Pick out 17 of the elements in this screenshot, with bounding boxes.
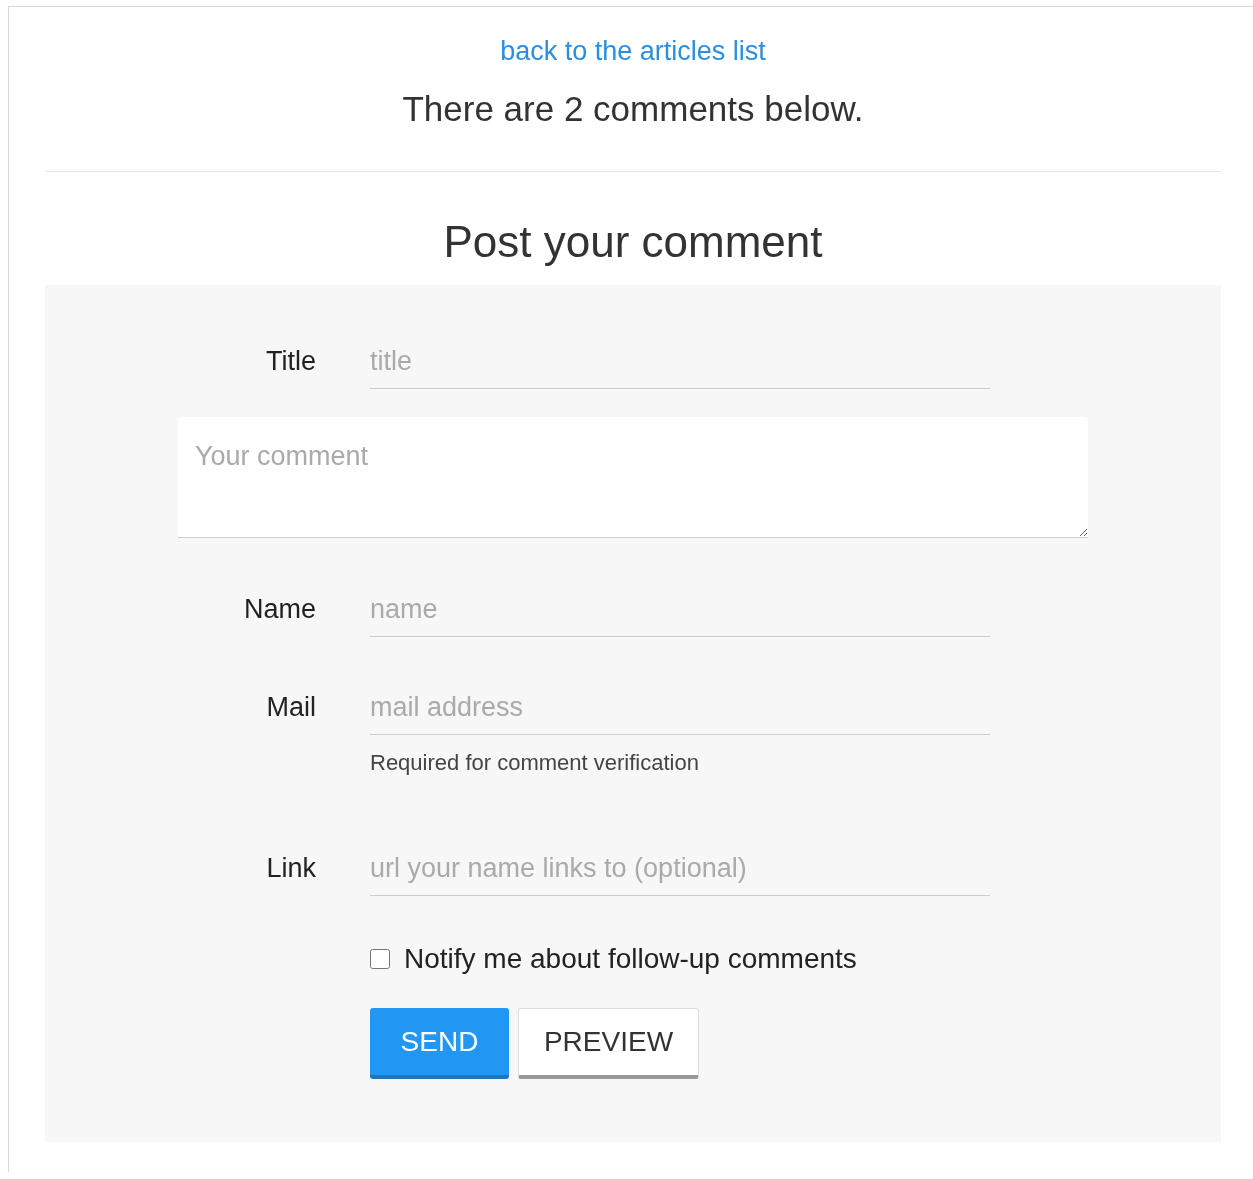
input-field[interactable]: url your name links to (optional) (370, 842, 990, 896)
help-text: Required for comment verification (370, 749, 700, 777)
comment-field[interactable]: Your comment (178, 417, 1088, 538)
back-link[interactable]: back to the articles list (500, 36, 766, 66)
comment-count: There are 2 comments below. (401, 88, 865, 130)
notify-checkbox[interactable] (370, 949, 390, 969)
form-heading: Post your comment (442, 216, 824, 268)
send-button[interactable]: SEND (370, 1008, 509, 1079)
field-label: Mail (266, 691, 316, 724)
field-label: Name (243, 593, 316, 626)
preview-button[interactable]: PREVIEW (518, 1008, 699, 1079)
field-label: Link (266, 852, 316, 885)
input-field[interactable]: name (370, 583, 990, 637)
input-field[interactable]: title (370, 335, 990, 389)
input-field[interactable]: mail address (370, 681, 990, 735)
field-label: Title (266, 345, 316, 378)
notify-label: Notify me about follow-up comments (404, 943, 857, 975)
